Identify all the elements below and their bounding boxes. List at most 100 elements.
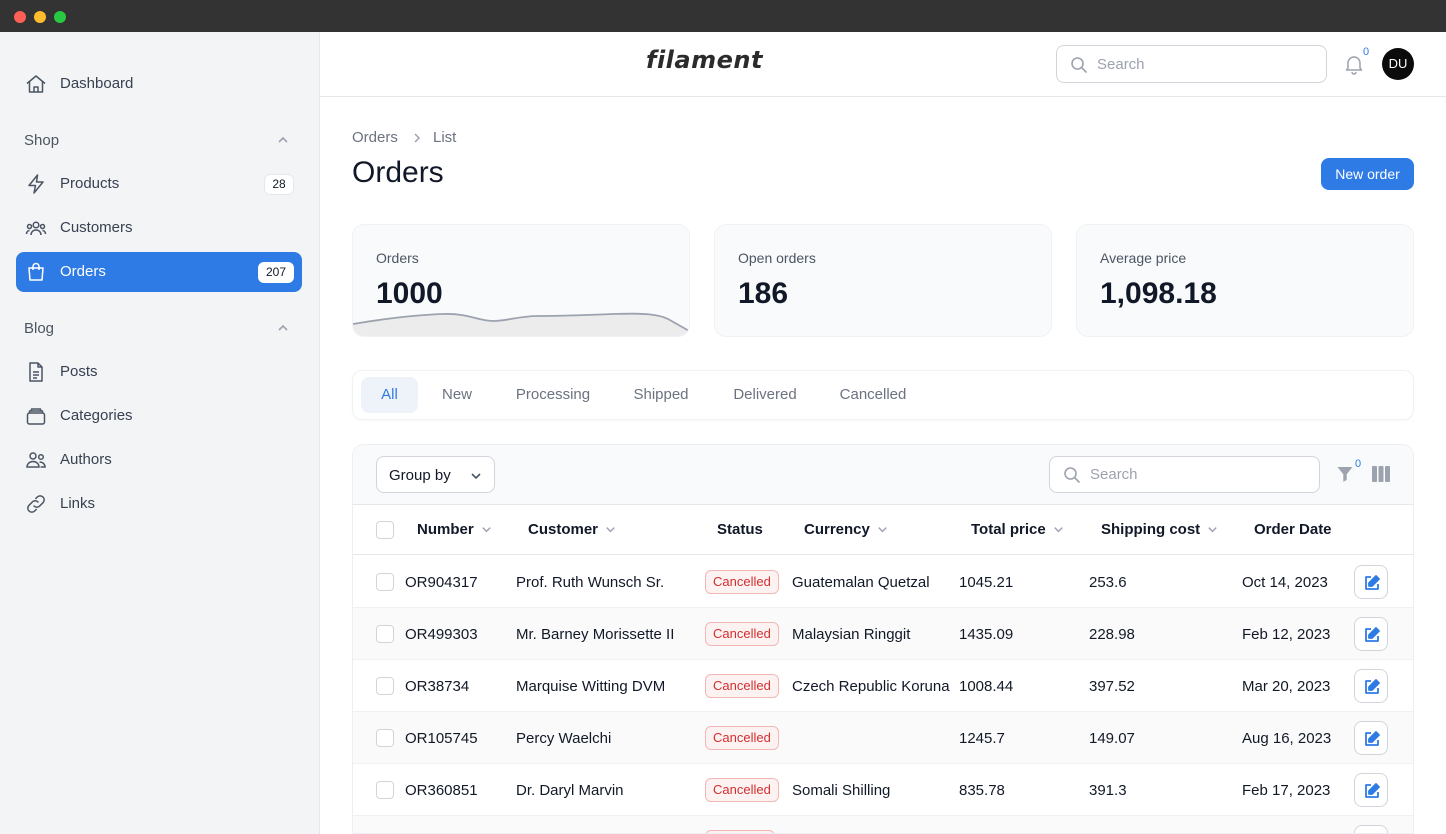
chevron-up-icon[interactable]: [276, 321, 290, 335]
filter-icon[interactable]: [1335, 464, 1355, 484]
row-checkbox[interactable]: [376, 729, 394, 747]
cell-shipping-cost: 397.52: [1089, 678, 1135, 695]
window-maximize-button[interactable]: [54, 11, 66, 23]
window-titlebar: [0, 0, 1446, 32]
sidebar-item-links[interactable]: Links: [16, 484, 302, 524]
edit-button[interactable]: [1354, 773, 1388, 807]
edit-button[interactable]: [1354, 825, 1388, 833]
table-row[interactable]: OR904317 Prof. Ruth Wunsch Sr. Cancelled…: [353, 556, 1413, 608]
sidebar-item-label: Products: [60, 175, 120, 192]
column-header-shipping-cost[interactable]: Shipping cost: [1101, 521, 1219, 538]
users-icon: [25, 221, 47, 236]
status-badge: Cancelled: [705, 622, 779, 646]
stat-value: 186: [738, 277, 789, 310]
avatar[interactable]: DU: [1382, 48, 1414, 80]
folder-stack-icon: [26, 408, 46, 425]
sidebar-item-dashboard[interactable]: Dashboard: [16, 64, 302, 104]
column-header-total-price[interactable]: Total price: [971, 521, 1065, 538]
cell-shipping-cost: 228.98: [1089, 626, 1135, 643]
column-header-customer[interactable]: Customer: [528, 521, 617, 538]
column-header-order-date: Order Date: [1254, 521, 1332, 538]
cell-number: OR499303: [405, 626, 478, 643]
cell-currency: Guatemalan Quetzal: [792, 574, 930, 591]
new-order-button[interactable]: New order: [1321, 158, 1414, 190]
edit-button[interactable]: [1354, 721, 1388, 755]
edit-button[interactable]: [1354, 565, 1388, 599]
group-by-select[interactable]: Group by: [376, 456, 495, 493]
sidebar-group-shop: Shop: [24, 132, 60, 149]
table-row[interactable]: OR499303 Mr. Barney Morissette II Cancel…: [353, 608, 1413, 660]
cell-order-date: Feb 17, 2023: [1242, 782, 1331, 799]
table-row[interactable]: OR38734 Marquise Witting DVM Cancelled C…: [353, 660, 1413, 712]
status-badge: Cancelled: [705, 674, 779, 698]
sidebar-item-label: Links: [60, 495, 96, 512]
global-search[interactable]: [1056, 45, 1327, 83]
status-badge: Cancelled: [705, 778, 779, 802]
table-search[interactable]: [1049, 456, 1320, 493]
column-header-currency[interactable]: Currency: [804, 521, 889, 538]
cell-customer: Percy Waelchi: [516, 730, 612, 747]
sidebar-item-posts[interactable]: Posts: [16, 352, 302, 392]
sidebar-item-customers[interactable]: Customers: [16, 208, 302, 248]
sort-chevron-icon: [1054, 527, 1063, 533]
document-icon: [29, 362, 43, 382]
brand-logo[interactable]: filament: [646, 46, 763, 74]
edit-button[interactable]: [1354, 617, 1388, 651]
group-by-label: Group by: [389, 467, 451, 484]
tab-cancelled[interactable]: Cancelled: [831, 377, 915, 413]
sidebar-item-categories[interactable]: Categories: [16, 396, 302, 436]
sidebar-item-label: Authors: [60, 451, 112, 468]
cell-shipping-cost: 253.6: [1089, 574, 1127, 591]
home-icon: [26, 75, 46, 93]
table-search-input[interactable]: [1090, 457, 1310, 492]
sidebar-group-blog: Blog: [24, 320, 55, 337]
user-group-icon: [26, 452, 46, 468]
sort-chevron-icon: [606, 527, 615, 533]
pencil-square-icon: [1365, 575, 1380, 590]
stat-label: Average price: [1100, 250, 1187, 266]
cell-shipping-cost: 391.3: [1089, 782, 1127, 799]
cell-order-date: Feb 12, 2023: [1242, 626, 1331, 643]
window-minimize-button[interactable]: [34, 11, 46, 23]
table-row[interactable]: OR360851 Dr. Daryl Marvin Cancelled Soma…: [353, 764, 1413, 816]
tab-new[interactable]: New: [431, 377, 483, 413]
row-checkbox[interactable]: [376, 573, 394, 591]
orders-table: Group by 0 Number Customer Status Curren…: [352, 444, 1414, 834]
sidebar-item-authors[interactable]: Authors: [16, 440, 302, 480]
sidebar-item-products[interactable]: Products 28: [16, 164, 302, 204]
row-checkbox[interactable]: [376, 625, 394, 643]
tab-processing[interactable]: Processing: [505, 377, 601, 413]
table-row[interactable]: OR105745 Percy Waelchi Cancelled 1245.7 …: [353, 712, 1413, 764]
sort-chevron-icon: [878, 527, 887, 533]
pencil-square-icon: [1365, 731, 1380, 746]
pencil-square-icon: [1365, 627, 1380, 642]
sidebar-item-label: Customers: [60, 219, 133, 236]
columns-icon[interactable]: [1371, 465, 1391, 483]
cell-customer: Dr. Daryl Marvin: [516, 782, 624, 799]
window-close-button[interactable]: [14, 11, 26, 23]
row-checkbox[interactable]: [376, 781, 394, 799]
status-badge: [705, 830, 775, 833]
tab-all[interactable]: All: [361, 377, 418, 413]
sidebar-item-orders[interactable]: Orders 207: [16, 252, 302, 292]
tab-delivered[interactable]: Delivered: [723, 377, 807, 413]
tab-shipped[interactable]: Shipped: [625, 377, 697, 413]
select-all-checkbox[interactable]: [376, 521, 394, 539]
search-icon: [1071, 57, 1087, 73]
column-header-number[interactable]: Number: [417, 521, 493, 538]
cell-order-date: Mar 20, 2023: [1242, 678, 1331, 695]
topbar: filament 0 DU: [320, 32, 1446, 97]
breadcrumb-orders[interactable]: Orders: [352, 129, 398, 146]
chevron-down-icon: [471, 473, 481, 480]
chevron-up-icon[interactable]: [276, 133, 290, 147]
column-header-status: Status: [717, 521, 763, 538]
cell-number: OR105745: [405, 730, 478, 747]
sidebar-item-label: Dashboard: [60, 75, 134, 92]
edit-button[interactable]: [1354, 669, 1388, 703]
global-search-input[interactable]: [1097, 46, 1317, 82]
cell-total-price: 1045.21: [959, 574, 1014, 591]
table-row-partial[interactable]: [353, 816, 1413, 833]
row-checkbox[interactable]: [376, 677, 394, 695]
notifications-count: 0: [1363, 46, 1370, 58]
shopping-bag-icon: [28, 262, 44, 281]
